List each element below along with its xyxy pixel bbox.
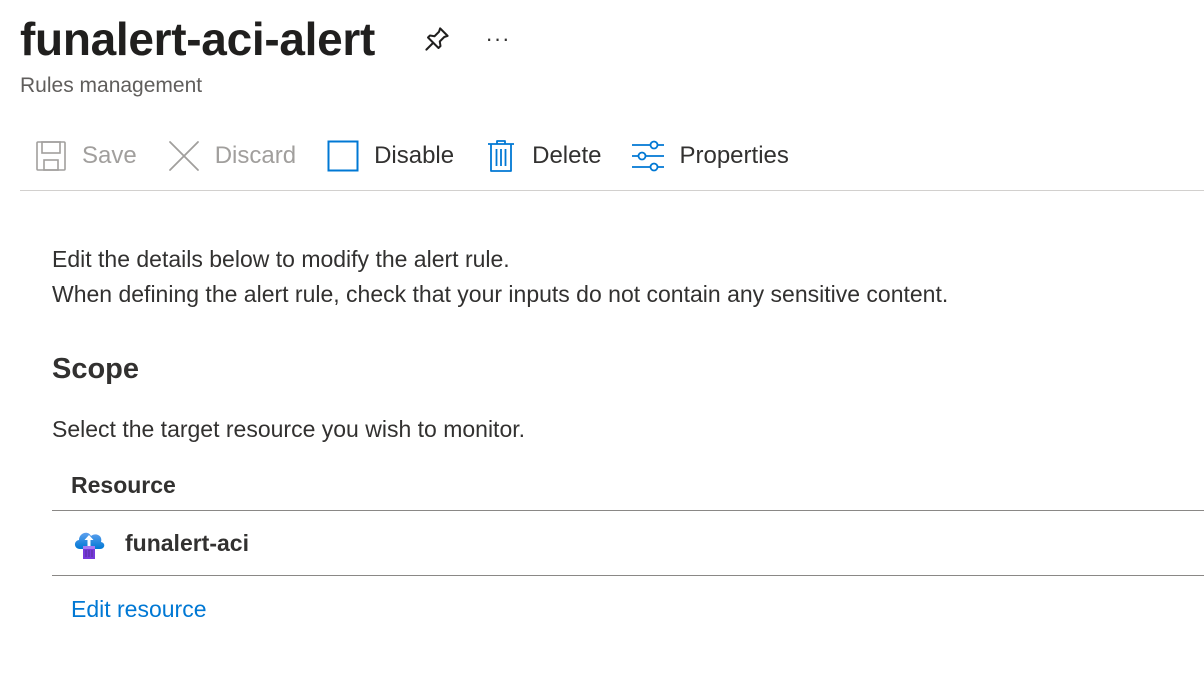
intro-text: Edit the details below to modify the ale… [52,242,948,312]
pin-icon[interactable] [419,21,455,57]
save-button[interactable]: Save [34,130,137,182]
resource-column-header: Resource [52,460,1204,511]
checkbox-icon [326,139,360,173]
properties-label: Properties [679,142,789,169]
command-bar: Save Discard Disable Delete Properties [20,130,1204,191]
edit-resource-link[interactable]: Edit resource [71,596,207,623]
resource-name[interactable]: funalert-aci [125,530,249,557]
page-subtitle: Rules management [20,74,203,97]
intro-line-2: When defining the alert rule, check that… [52,281,949,307]
container-instance-icon [71,525,107,561]
scope-heading: Scope [52,353,140,385]
alert-rule-page: funalert-aci-alert ··· Rules management … [0,0,1204,675]
delete-button[interactable]: Delete [484,130,601,182]
sliders-icon [631,139,665,173]
disable-label: Disable [374,142,455,169]
discard-label: Discard [214,142,297,169]
delete-label: Delete [532,142,602,169]
table-row: funalert-aci [52,511,1204,576]
discard-button[interactable]: Discard [167,130,296,182]
page-header: funalert-aci-alert ··· [20,8,513,70]
save-label: Save [82,142,137,169]
close-icon [167,139,201,173]
trash-icon [484,139,518,173]
properties-button[interactable]: Properties [631,130,789,182]
page-title: funalert-aci-alert [20,13,376,65]
intro-line-1: Edit the details below to modify the ale… [52,246,510,272]
disable-button[interactable]: Disable [326,130,454,182]
save-icon [34,139,68,173]
scope-description: Select the target resource you wish to m… [52,416,526,442]
more-options-icon[interactable]: ··· [483,21,513,57]
resource-table: Resource funalert-aci [52,460,1204,576]
